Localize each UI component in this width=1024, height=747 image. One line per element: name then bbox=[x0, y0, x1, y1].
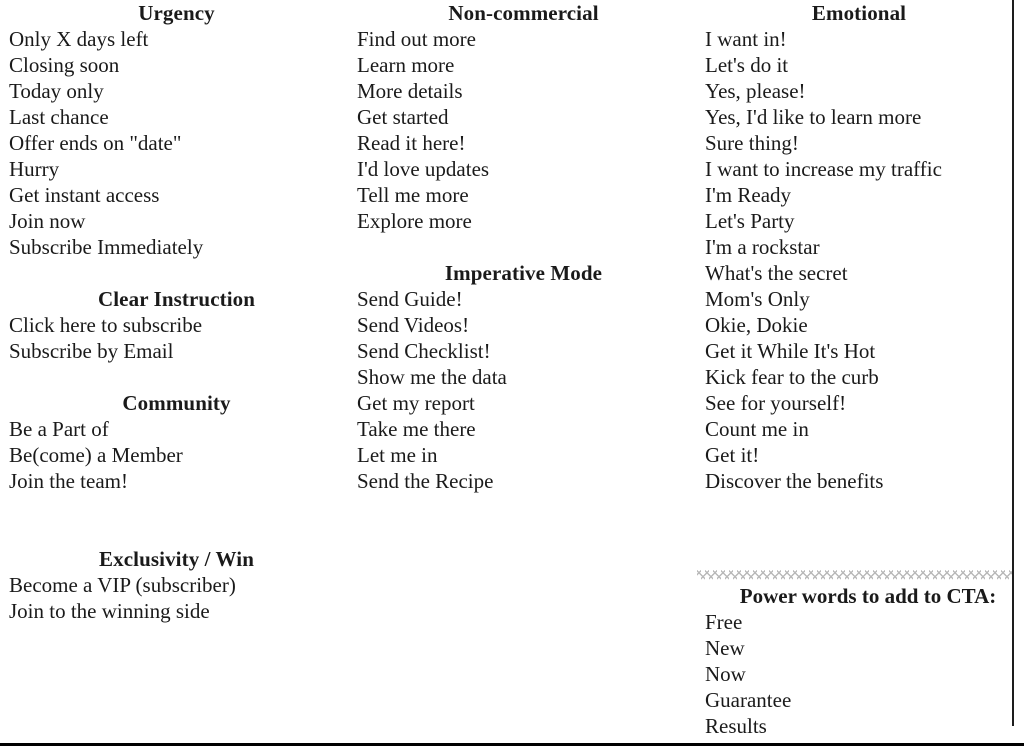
list-item: Yes, I'd like to learn more bbox=[705, 105, 922, 129]
list-item: More details bbox=[357, 79, 463, 103]
list-item: I want in! bbox=[705, 27, 787, 51]
list-item: Offer ends on "date" bbox=[9, 131, 182, 155]
section-title-clear-instruction: Clear Instruction bbox=[97, 287, 256, 311]
list-item: Hurry bbox=[9, 157, 60, 181]
list-item: I'd love updates bbox=[357, 157, 490, 181]
list-item: Read it here! bbox=[357, 131, 466, 155]
list-item: Be(come) a Member bbox=[9, 443, 183, 467]
list-item: I'm Ready bbox=[705, 183, 792, 207]
section-title-exclusivity-win: Exclusivity / Win bbox=[99, 547, 254, 571]
list-item: Let me in bbox=[357, 443, 438, 467]
vertical-margin-rule bbox=[1012, 0, 1014, 726]
list-item: See for yourself! bbox=[705, 391, 847, 415]
list-item: Click here to subscribe bbox=[9, 313, 203, 337]
list-item: Get my report bbox=[357, 391, 475, 415]
section-title-non-commercial: Non-commercial bbox=[448, 1, 599, 25]
section-title-urgency: Urgency bbox=[138, 1, 215, 25]
list-item: Send Guide! bbox=[357, 287, 463, 311]
document-page: Urgency Only X days left Closing soon To… bbox=[0, 0, 1024, 747]
list-item: Closing soon bbox=[9, 53, 120, 77]
list-item: Sure thing! bbox=[705, 131, 799, 155]
list-item: Explore more bbox=[357, 209, 472, 233]
list-item: Tell me more bbox=[357, 183, 469, 207]
list-item: Subscribe by Email bbox=[9, 339, 174, 363]
list-item: Subscribe Immediately bbox=[9, 235, 204, 259]
column-middle: Non-commercial Find out more Learn more … bbox=[357, 0, 690, 494]
list-item: I want to increase my traffic bbox=[705, 157, 942, 181]
list-item: What's the secret bbox=[705, 261, 848, 285]
section-non-commercial: Non-commercial Find out more Learn more … bbox=[357, 0, 690, 234]
list-item: Send Videos! bbox=[357, 313, 470, 337]
list-item: Results bbox=[705, 714, 767, 738]
list-item: Guarantee bbox=[705, 688, 792, 712]
list-item: Mom's Only bbox=[705, 287, 810, 311]
list-item: Free bbox=[705, 610, 743, 634]
list-item: Send the Recipe bbox=[357, 469, 494, 493]
zigzag-divider-icon bbox=[697, 570, 1013, 580]
list-item: Show me the data bbox=[357, 365, 507, 389]
list-item: Yes, please! bbox=[705, 79, 806, 103]
list-item: Count me in bbox=[705, 417, 809, 441]
list-item: Join to the winning side bbox=[9, 599, 210, 623]
list-item: Only X days left bbox=[9, 27, 149, 51]
section-clear-instruction: Clear Instruction Click here to subscrib… bbox=[9, 286, 344, 364]
bottom-page-rule bbox=[0, 743, 1024, 746]
list-item: Send Checklist! bbox=[357, 339, 491, 363]
list-item: Join the team! bbox=[9, 469, 128, 493]
list-item: Okie, Dokie bbox=[705, 313, 808, 337]
list-item: New bbox=[705, 636, 745, 660]
section-imperative-mode: Imperative Mode Send Guide! Send Videos!… bbox=[357, 260, 690, 494]
list-item: Discover the benefits bbox=[705, 469, 884, 493]
list-item: Take me there bbox=[357, 417, 476, 441]
list-item: Let's Party bbox=[705, 209, 795, 233]
list-item: Kick fear to the curb bbox=[705, 365, 879, 389]
section-urgency: Urgency Only X days left Closing soon To… bbox=[9, 0, 344, 260]
section-title-community: Community bbox=[122, 391, 231, 415]
list-item: I'm a rockstar bbox=[705, 235, 820, 259]
column-right: Emotional I want in! Let's do it Yes, pl… bbox=[705, 0, 1013, 494]
list-item: Now bbox=[705, 662, 746, 686]
list-item: Get it While It's Hot bbox=[705, 339, 876, 363]
section-community: Community Be a Part of Be(come) a Member… bbox=[9, 390, 344, 494]
list-item: Today only bbox=[9, 79, 104, 103]
list-item: Join now bbox=[9, 209, 86, 233]
list-item: Get it! bbox=[705, 443, 760, 467]
list-item: Find out more bbox=[357, 27, 476, 51]
section-title-emotional: Emotional bbox=[811, 1, 907, 25]
column-left: Urgency Only X days left Closing soon To… bbox=[9, 0, 344, 624]
list-item: Last chance bbox=[9, 105, 109, 129]
list-item: Get started bbox=[357, 105, 449, 129]
list-item: Get instant access bbox=[9, 183, 160, 207]
list-item: Become a VIP (subscriber) bbox=[9, 573, 236, 597]
list-item: Learn more bbox=[357, 53, 455, 77]
list-item: Let's do it bbox=[705, 53, 789, 77]
power-words-callout: Power words to add to CTA: Free New Now … bbox=[697, 570, 1013, 739]
section-title-imperative-mode: Imperative Mode bbox=[444, 261, 603, 285]
section-exclusivity-win: Exclusivity / Win Become a VIP (subscrib… bbox=[9, 546, 344, 624]
power-words-title: Power words to add to CTA: bbox=[739, 584, 997, 608]
section-emotional: Emotional I want in! Let's do it Yes, pl… bbox=[705, 0, 1013, 494]
list-item: Be a Part of bbox=[9, 417, 109, 441]
